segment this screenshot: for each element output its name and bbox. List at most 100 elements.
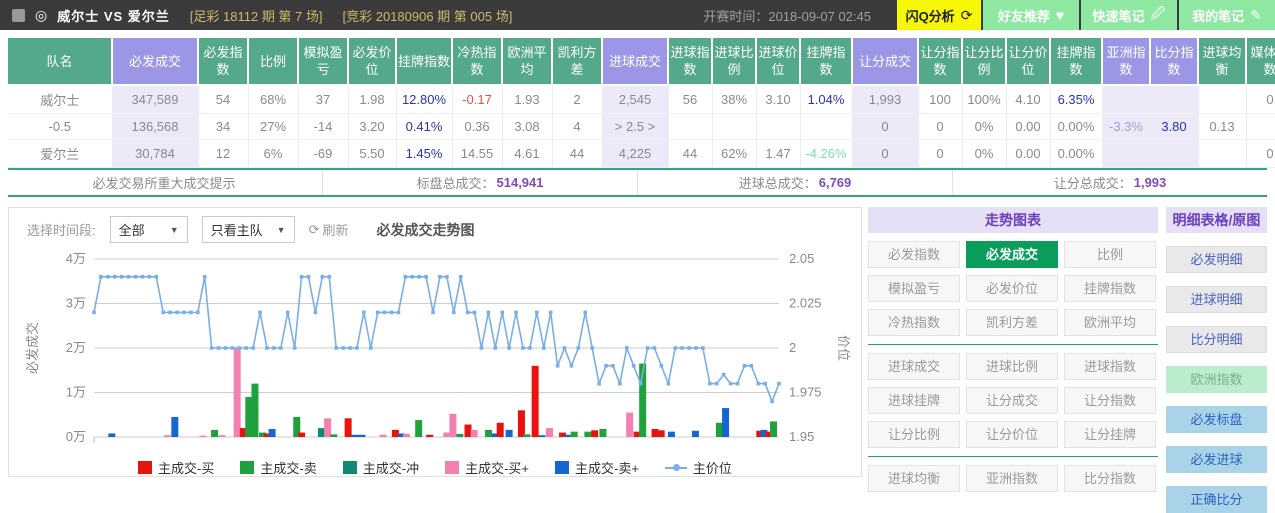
legend-item[interactable]: 主成交-卖 bbox=[240, 458, 317, 477]
table-cell: 100% bbox=[962, 85, 1007, 114]
time-range-select[interactable]: 全部 ▼ bbox=[109, 216, 188, 243]
trend-button[interactable]: 进球成交 bbox=[868, 353, 960, 380]
trend-button[interactable]: 进球挂牌 bbox=[868, 387, 960, 414]
color-swatch-icon bbox=[342, 461, 357, 474]
detail-button[interactable]: 必发标盘 bbox=[1166, 406, 1267, 433]
table-cell: -0.17 bbox=[452, 85, 503, 114]
chevron-down-icon: ▼ bbox=[276, 224, 286, 235]
detail-button[interactable]: 比分明细 bbox=[1166, 326, 1267, 353]
trend-button[interactable]: 凯利方差 bbox=[966, 309, 1058, 336]
odds-table: 队名 必发成交 必发指数 比例 模拟盈亏 必发价位 挂牌指数 冷热指数 欧洲平均 凯利方差 进球成交… bbox=[8, 38, 1275, 168]
trend-button[interactable]: 挂牌指数 bbox=[1064, 275, 1156, 302]
table-cell: 68% bbox=[248, 85, 299, 114]
table-cell: 1.04% bbox=[800, 85, 853, 114]
table-row: 威尔士 347,589 54 68% 37 1.98 12.80% -0.17 1.93 2 2,5… bbox=[8, 85, 1275, 114]
svg-text:1.95: 1.95 bbox=[789, 429, 814, 444]
table-cell: 136,568 bbox=[112, 113, 199, 140]
table-row: 爱尔兰 30,784 12 6% -69 5.50 1.45% 14.55 4.61 44 4,22… bbox=[8, 139, 1275, 168]
svg-text:0万: 0万 bbox=[66, 429, 86, 444]
tb-btn-label: 我的笔记 bbox=[1192, 8, 1245, 24]
refresh-icon: ⟳ bbox=[308, 221, 320, 237]
trend-button[interactable]: 模拟盈亏 bbox=[868, 275, 960, 302]
trend-button[interactable]: 进球指数 bbox=[1064, 353, 1156, 380]
table-cell: 0 bbox=[918, 113, 963, 140]
detail-button[interactable]: 正确比分 bbox=[1166, 486, 1267, 513]
table-cell: -3.3% bbox=[1102, 113, 1151, 140]
svg-text:价位: 价位 bbox=[836, 335, 851, 361]
table-cell bbox=[756, 113, 801, 140]
table-cell: 3.08 bbox=[502, 113, 553, 140]
trend-panel-title: 走势图表 bbox=[868, 207, 1158, 233]
color-swatch-icon bbox=[555, 461, 569, 474]
detail-button[interactable]: 进球明细 bbox=[1166, 286, 1267, 313]
legend-item[interactable]: 主成交-买+ bbox=[445, 458, 529, 477]
tb-btn-label: 好友推荐 bbox=[997, 8, 1050, 24]
stop-square-icon[interactable] bbox=[12, 8, 25, 22]
table-cell: 0% bbox=[962, 113, 1007, 140]
table-cell: 0.36 bbox=[452, 113, 503, 140]
table-cell: 12.80% bbox=[396, 85, 453, 114]
table-cell: 34 bbox=[198, 113, 249, 140]
odds-table-wrap: 队名 必发成交 必发指数 比例 模拟盈亏 必发价位 挂牌指数 冷热指数 欧洲平均 凯利方差 进球成交… bbox=[8, 38, 1275, 168]
trend-button[interactable]: 让分指数 bbox=[1064, 387, 1156, 414]
legend-item[interactable]: 主成交-冲 bbox=[342, 458, 419, 477]
detail-panel-title: 明细表格/原图 bbox=[1166, 207, 1267, 233]
trend-button[interactable]: 必发指数 bbox=[868, 241, 960, 268]
edit-note-button[interactable]: 快速笔记 🖉 bbox=[1081, 0, 1177, 30]
trend-button[interactable]: 比例 bbox=[1064, 241, 1156, 268]
detail-button[interactable]: 必发进球 bbox=[1166, 446, 1267, 473]
trend-buttons-panel: 走势图表 必发指数 必发成交 比例 模拟盈亏 必发价位 挂牌指数 冷热指数 凯利方差 欧洲平均进… bbox=[868, 207, 1158, 492]
heart-button[interactable]: 好友推荐 ♥ bbox=[983, 0, 1079, 30]
legend-item[interactable]: 主成交-买 bbox=[138, 458, 214, 477]
flash-analysis-icon: ⟳ bbox=[960, 6, 973, 23]
table-cell: 0 bbox=[918, 139, 963, 168]
trend-button[interactable]: 让分比例 bbox=[868, 421, 960, 448]
color-swatch-icon bbox=[445, 461, 460, 474]
trend-button[interactable]: 比分指数 bbox=[1064, 465, 1156, 492]
col-header: 模拟盈亏 bbox=[298, 38, 349, 86]
trend-button[interactable]: 进球均衡 bbox=[868, 465, 960, 492]
team-filter-select[interactable]: 只看主队 ▼ bbox=[201, 216, 295, 243]
table-cell: 6% bbox=[248, 139, 299, 168]
svg-text:必发成交: 必发成交 bbox=[25, 322, 40, 374]
trend-button[interactable]: 让分挂牌 bbox=[1064, 421, 1156, 448]
table-cell: 347,589 bbox=[112, 85, 199, 114]
table-cell: 56 bbox=[668, 85, 713, 114]
trend-button[interactable]: 进球比例 bbox=[966, 353, 1058, 380]
trend-chart: 4万 2.05 3万 2.025 2万 2 1万 1.975 0万 1.95 必发成交 价位 bbox=[9, 245, 861, 460]
table-cell: 3.80 bbox=[1150, 113, 1199, 140]
col-header: 比例 bbox=[248, 38, 299, 86]
trend-button[interactable]: 冷热指数 bbox=[868, 309, 960, 336]
trend-button[interactable]: 必发成交 bbox=[966, 241, 1058, 268]
table-cell: 1.45% bbox=[396, 139, 453, 168]
pencil-button[interactable]: 我的笔记 ✎ bbox=[1179, 0, 1275, 30]
table-cell: 0 bbox=[1246, 139, 1275, 168]
trend-button[interactable]: 让分价位 bbox=[966, 421, 1058, 448]
summary-segment: 让分总成交： 1,993 bbox=[1053, 175, 1167, 191]
legend-item[interactable]: 主价位 bbox=[664, 458, 732, 477]
trend-button[interactable]: 让分成交 bbox=[966, 387, 1058, 414]
svg-text:3万: 3万 bbox=[66, 296, 86, 311]
refresh-button[interactable]: ⟳ 刷新 bbox=[309, 220, 349, 239]
table-cell: 14.55 bbox=[452, 139, 503, 168]
trend-button[interactable]: 亚洲指数 bbox=[966, 465, 1058, 492]
trend-button[interactable]: 必发价位 bbox=[966, 275, 1058, 302]
col-header: 让分指数 bbox=[918, 38, 963, 86]
heart-icon: ♥ bbox=[1055, 7, 1065, 23]
trend-button[interactable]: 欧洲平均 bbox=[1064, 309, 1156, 336]
time-range-label: 选择时间段: bbox=[27, 223, 96, 238]
table-cell: 1.98 bbox=[348, 85, 397, 114]
detail-panel: 明细表格/原图 必发明细进球明细比分明细欧洲指数必发标盘必发进球正确比分 bbox=[1166, 207, 1267, 513]
col-header: 必发价位 bbox=[348, 38, 397, 86]
table-cell bbox=[1102, 139, 1151, 168]
table-cell: 0% bbox=[962, 139, 1007, 168]
table-cell: 0.00 bbox=[1006, 113, 1051, 140]
legend-item[interactable]: 主成交-卖+ bbox=[555, 458, 639, 477]
jingcai-round-tag: [竞彩 20180906 期 第 005 场] bbox=[342, 8, 513, 24]
table-cell: -4.26% bbox=[800, 139, 853, 168]
detail-button[interactable]: 欧洲指数 bbox=[1166, 366, 1267, 393]
table-cell: 44 bbox=[552, 139, 603, 168]
table-cell: 4 bbox=[552, 113, 603, 140]
flash-analysis-button[interactable]: 闪Q分析 ⟳ bbox=[897, 0, 981, 30]
detail-button[interactable]: 必发明细 bbox=[1166, 246, 1267, 273]
